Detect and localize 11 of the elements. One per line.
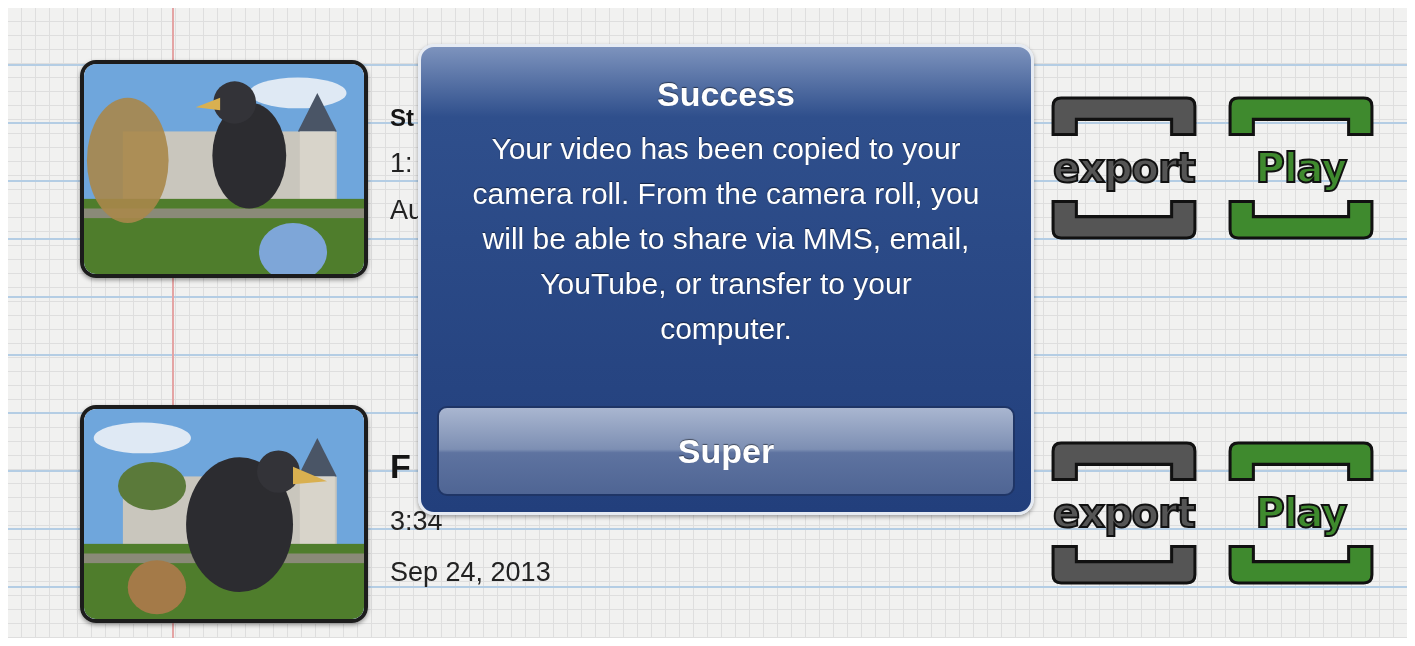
video-title: F <box>390 447 411 486</box>
play-button[interactable]: Play <box>1225 437 1377 589</box>
export-button[interactable]: export <box>1048 437 1200 589</box>
export-button[interactable]: export <box>1048 92 1200 244</box>
play-button[interactable]: Play <box>1225 92 1377 244</box>
video-duration: 1: <box>390 148 413 179</box>
video-title: St <box>390 104 414 132</box>
alert-message: Your video has been copied to your camera roll. From the camera roll, you will be able to share via MMS, email, YouTube, or transfer to your computer. <box>471 131 981 347</box>
alert-button[interactable]: Super <box>437 406 1015 496</box>
alert-title: Success <box>657 75 795 114</box>
video-date: Sep 24, 2013 <box>390 557 551 588</box>
